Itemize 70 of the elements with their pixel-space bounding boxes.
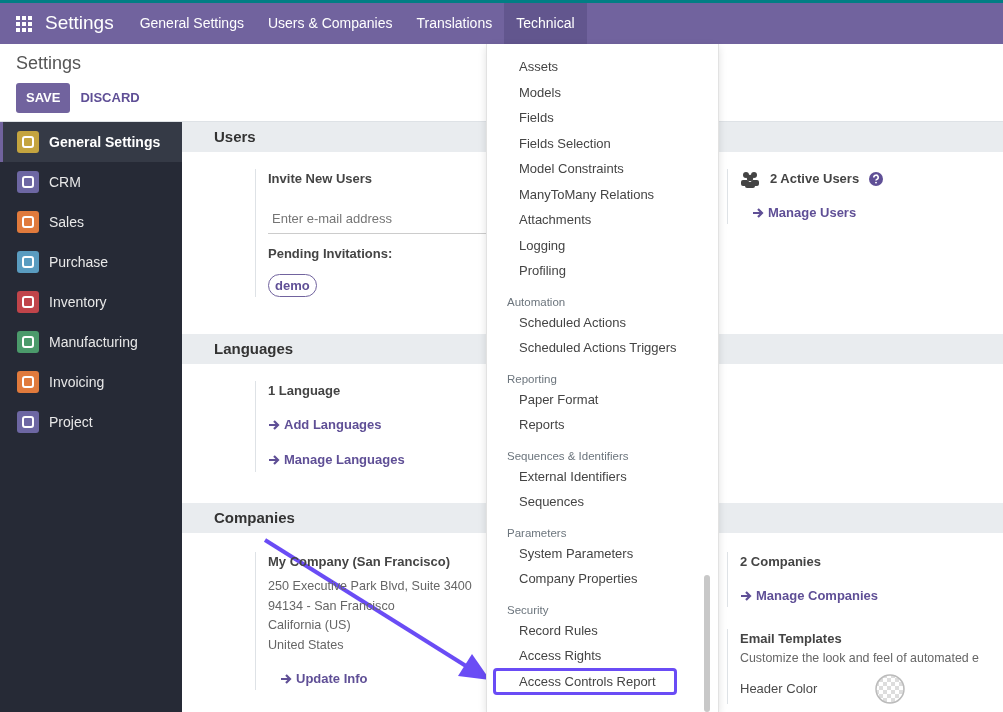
nav-menu[interactable]: General Settings	[127, 3, 256, 44]
app-icon	[17, 251, 39, 273]
menu-item[interactable]: Reports	[487, 412, 718, 438]
help-icon	[869, 172, 884, 186]
menu-item[interactable]: Attachments	[487, 207, 718, 233]
sidebar-item[interactable]: Inventory	[0, 282, 182, 322]
option-label: Header Color	[740, 680, 818, 699]
setting-title: Email Templates	[740, 630, 843, 649]
setting-title: Invite New Users	[268, 170, 374, 188]
menu-item[interactable]: Access Controls Report	[493, 667, 677, 695]
address-line: United States	[268, 636, 345, 654]
sidebar-item[interactable]: Purchase	[0, 242, 182, 282]
menu-section-header: Automation	[506, 294, 567, 310]
address-line: California (US)	[268, 617, 352, 634]
sidebar-item[interactable]: Sales	[0, 202, 182, 242]
nav-menu[interactable]: Translations	[404, 3, 505, 44]
menu-item[interactable]: Company Properties	[487, 566, 718, 592]
save-button[interactable]: SAVE	[16, 83, 71, 113]
settings-link[interactable]: Add Languages	[268, 415, 382, 435]
color-swatch[interactable]	[875, 673, 906, 704]
settings-link[interactable]: Manage Companies	[740, 586, 879, 606]
setting-title: 2 Companies	[740, 553, 822, 571]
scrollbar-thumb[interactable]	[704, 575, 710, 712]
nav-menu[interactable]: Users & Companies	[255, 3, 405, 44]
setting-title: Pending Invitations:	[268, 244, 394, 263]
menu-item[interactable]: Profiling	[487, 258, 718, 284]
menu-item[interactable]: Logging	[487, 232, 718, 258]
app-icon	[17, 291, 39, 313]
app-icon	[17, 371, 39, 393]
arrow-right-icon	[752, 206, 764, 219]
menu-item[interactable]: Paper Format	[487, 386, 718, 412]
settings-link[interactable]: Update Info	[280, 669, 368, 689]
menu-item[interactable]: Assets	[487, 54, 718, 80]
users-icon	[740, 170, 760, 188]
sidebar-item[interactable]: General Settings	[0, 122, 182, 162]
menu-item[interactable]: Model Constraints	[487, 156, 718, 182]
menu-item[interactable]: Models	[487, 79, 718, 105]
arrow-right-icon	[268, 418, 280, 431]
app-icon	[17, 131, 39, 153]
setting-description: Customize the look and feel of automated e	[740, 650, 980, 668]
menu-item[interactable]: Record Rules	[487, 617, 718, 643]
app-icon	[17, 171, 39, 193]
sidebar-item[interactable]: Project	[0, 402, 182, 442]
menu-item[interactable]: Scheduled Actions	[487, 309, 718, 335]
app-title: Settings	[45, 11, 114, 36]
arrow-right-icon	[268, 454, 280, 466]
menu-item[interactable]: System Parameters	[487, 540, 718, 566]
sidebar-item[interactable]: Manufacturing	[0, 322, 182, 362]
menu-item[interactable]: ManyToMany Relations	[487, 181, 718, 207]
app-icon	[17, 211, 39, 233]
apps-menu-icon[interactable]	[16, 15, 32, 32]
settings-link[interactable]: Manage Languages	[268, 450, 405, 470]
discard-button[interactable]: DISCARD	[70, 83, 150, 113]
menu-section-header: Security	[506, 602, 550, 618]
setting-title: 1 Language	[268, 382, 342, 400]
sidebar-item[interactable]: Invoicing	[0, 362, 182, 402]
menu-section-header: Reporting	[506, 371, 558, 387]
sidebar-item[interactable]: CRM	[0, 162, 182, 202]
app-icon	[17, 411, 39, 433]
menu-item[interactable]: External Identifiers	[487, 463, 718, 489]
settings-link[interactable]: Manage Users	[752, 203, 857, 223]
arrow-right-icon	[280, 672, 292, 685]
app-icon	[17, 331, 39, 353]
menu-section-header: Sequences & Identifiers	[506, 448, 630, 464]
arrow-right-icon	[740, 589, 752, 602]
active-users-count: 2 Active Users	[770, 170, 860, 188]
nav-menu[interactable]: Technical	[504, 3, 587, 44]
page-title: Settings	[16, 52, 82, 74]
menu-item[interactable]: Access Rights	[487, 643, 718, 669]
menu-item[interactable]: Scheduled Actions Triggers	[487, 335, 718, 361]
